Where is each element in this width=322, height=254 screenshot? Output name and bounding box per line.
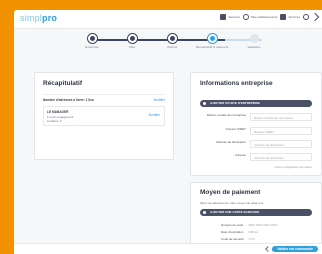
nav-item-label: Services <box>228 15 240 19</box>
chevron-left-icon <box>264 246 271 252</box>
required-fields-hint: Champs obligatoires pour valider <box>274 166 312 169</box>
add-company-site-label: AJOUTER UN SITE D'ENTREPRISE <box>210 101 260 105</box>
box-icon <box>280 14 287 20</box>
step-label: Options <box>166 45 178 49</box>
recap-card: Récapitulatif Nombre d'adresses à livrer… <box>34 72 174 160</box>
card-number-label: Numéro de carte <box>221 223 244 227</box>
recap-edit-link[interactable]: Modifier <box>154 98 165 102</box>
step-dot-current <box>207 34 217 43</box>
nav-item-services[interactable]: Services <box>220 14 240 20</box>
action-footer: Retour Valider ma commande <box>14 243 322 254</box>
card-number-row: Numéro de carte 0000 0000 0000 0000 <box>221 223 277 227</box>
payment-title: Moyen de paiement <box>200 189 261 196</box>
offer-edit-link[interactable]: Modifier <box>149 113 160 117</box>
offer-title: LE MANAGER <box>47 110 69 114</box>
card-expiry-value[interactable]: MM/AA <box>248 230 258 234</box>
address-field: Adresse Adresse de facturation <box>200 153 312 163</box>
offer-summary-box: LE MANAGER 1 mois engagement Livraison 3… <box>43 106 165 126</box>
header-nav: Services Mes établissements Services <box>220 12 320 22</box>
app-logo[interactable]: simplpro <box>20 13 57 23</box>
add-card-button[interactable]: AJOUTER UNE CARTE BANCAIRE <box>200 209 312 216</box>
card-expiry-label: Date d'expiration <box>221 230 244 234</box>
recap-summary: Nombre d'adresses à livrer: 1 lieu <box>43 98 94 102</box>
billing-address-input[interactable]: Adresse de facturation <box>250 140 312 148</box>
field-label: Adresse <box>234 153 246 157</box>
step-dot <box>87 34 97 43</box>
plus-icon <box>203 102 206 105</box>
card-expiry-row: Date d'expiration MM/AA <box>221 230 258 234</box>
logo-text-light: simpl <box>20 13 43 23</box>
top-navigation-bar: simplpro Services Mes établissements Ser… <box>14 10 322 29</box>
siret-field: Numéro SIRET Numéro SIRET <box>200 127 312 137</box>
billing-address-field: Adresse de facturation Adresse de factur… <box>200 140 312 150</box>
recap-title: Récapitulatif <box>43 80 83 87</box>
offer-detail: Livraison 3 <box>47 118 62 123</box>
plus-icon <box>203 211 206 214</box>
search-icon <box>242 14 249 20</box>
company-name-field: Raison sociale de l'entreprise Raison so… <box>200 113 312 123</box>
progress-stepper: Entreprise Offre Options Récapitulatif &… <box>84 34 284 58</box>
user-icon <box>303 14 309 20</box>
nav-item-establishments[interactable]: Mes établissements <box>242 14 278 20</box>
company-info-title: Informations entreprise <box>200 80 273 87</box>
step-dot <box>167 34 177 43</box>
step-dot <box>127 34 137 43</box>
payment-description: Merci de sélectionner votre moyen de pai… <box>200 201 264 205</box>
card-cvv-row: Code de sécurité CVV <box>221 237 255 241</box>
add-card-label: AJOUTER UNE CARTE BANCAIRE <box>210 210 260 214</box>
company-info-card: Informations entreprise AJOUTER UN SITE … <box>190 72 322 176</box>
nav-item-logout[interactable] <box>310 12 320 22</box>
divider <box>43 94 165 95</box>
step-label: Validation <box>247 45 261 49</box>
step-dot-future <box>249 34 259 43</box>
box-icon <box>220 14 227 20</box>
add-company-site-button[interactable]: AJOUTER UN SITE D'ENTREPRISE <box>200 100 312 107</box>
step-3[interactable]: Options <box>152 34 192 50</box>
card-cvv-value[interactable]: CVV <box>249 237 255 241</box>
step-label: Offre <box>128 45 136 49</box>
field-label: Raison sociale de l'entreprise <box>206 113 246 117</box>
siret-input[interactable]: Numéro SIRET <box>250 127 312 135</box>
nav-item-account[interactable] <box>303 14 309 20</box>
field-label: Numéro SIRET <box>225 127 246 131</box>
step-label: Récapitulatif & paiement <box>195 45 229 49</box>
field-label: Adresse de facturation <box>215 140 246 144</box>
address-input[interactable]: Adresse de facturation <box>250 153 312 161</box>
card-number-value[interactable]: 0000 0000 0000 0000 <box>248 223 277 227</box>
step-5: Validation <box>234 34 274 50</box>
company-name-input[interactable]: Raison sociale de l'entreprise <box>250 113 312 121</box>
step-2[interactable]: Offre <box>112 34 152 50</box>
nav-item-label: Services <box>288 15 300 19</box>
step-4[interactable]: Récapitulatif & paiement <box>192 34 232 50</box>
nav-item-services-2[interactable]: Services <box>280 14 300 20</box>
card-cvv-label: Code de sécurité <box>221 237 244 241</box>
logout-icon <box>310 12 320 22</box>
submit-order-button[interactable]: Valider ma commande <box>272 246 318 252</box>
nav-item-label: Mes établissements <box>250 15 278 19</box>
app-window: simplpro Services Mes établissements Ser… <box>14 10 322 254</box>
logo-text-bold: pro <box>42 13 58 23</box>
step-1[interactable]: Entreprise <box>72 34 112 50</box>
step-label: Entreprise <box>85 45 99 49</box>
